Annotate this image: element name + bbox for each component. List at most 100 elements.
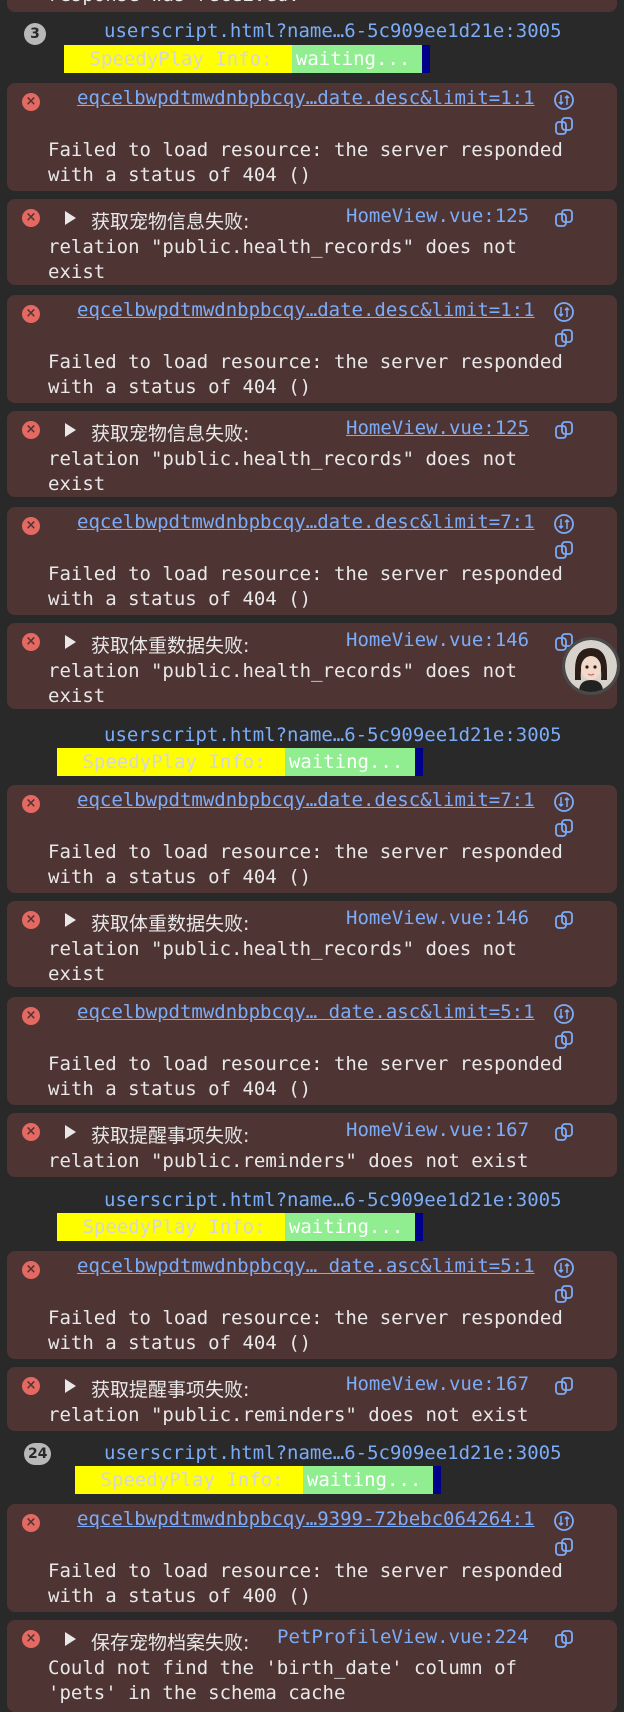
error-entry-network: × eqcelbwpdtmwdnbpbcqy…date.desc&limit=1… bbox=[7, 295, 617, 403]
error-entry-log: × 获取提醒事项失败: HomeView.vue:167 relation "p… bbox=[7, 1113, 617, 1177]
message-line-1: Failed to load resource: the server resp… bbox=[48, 139, 563, 161]
copilot-icon[interactable] bbox=[553, 539, 575, 561]
message-line-1: relation "public.health_records" does no… bbox=[48, 938, 517, 960]
resource-link[interactable]: eqcelbwpdtmwdnbpbcqy… date.asc&limit=5:1 bbox=[77, 1001, 535, 1023]
message-line-2: exist bbox=[48, 963, 106, 985]
resource-link[interactable]: eqcelbwpdtmwdnbpbcqy…date.desc&limit=1:1 bbox=[77, 299, 535, 321]
expand-triangle-icon[interactable] bbox=[65, 913, 76, 927]
message-line-2: exist bbox=[48, 685, 106, 707]
message-line-1: relation "public.reminders" does not exi… bbox=[48, 1404, 529, 1426]
copilot-icon[interactable] bbox=[553, 115, 575, 137]
speedyplay-end bbox=[433, 1466, 442, 1494]
speedyplay-value: waiting... bbox=[284, 1213, 416, 1241]
speedyplay-value: waiting... bbox=[291, 45, 423, 73]
expand-triangle-icon[interactable] bbox=[65, 1632, 76, 1646]
expand-triangle-icon[interactable] bbox=[65, 1379, 76, 1393]
expand-triangle-icon[interactable] bbox=[65, 211, 76, 225]
log-title: 获取提醒事项失败: bbox=[91, 1379, 250, 1401]
error-entry-network: × eqcelbwpdtmwdnbpbcqy…9399-72bebc064264… bbox=[7, 1504, 617, 1612]
copilot-icon[interactable] bbox=[553, 1536, 575, 1558]
log-title: 获取体重数据失败: bbox=[91, 635, 250, 657]
error-icon: × bbox=[22, 1630, 40, 1648]
source-link[interactable]: userscript.html?name…6-5c909ee1d21e:3005 bbox=[104, 1189, 562, 1211]
error-icon: × bbox=[22, 795, 40, 813]
message-line-2: 'pets' in the schema cache bbox=[48, 1682, 346, 1704]
log-title: 获取宠物信息失败: bbox=[91, 423, 250, 445]
error-icon: × bbox=[22, 305, 40, 323]
avatar-icon bbox=[565, 640, 617, 692]
source-link[interactable]: HomeView.vue:167 bbox=[346, 1373, 529, 1395]
source-link[interactable]: userscript.html?name…6-5c909ee1d21e:3005 bbox=[104, 20, 562, 42]
source-link[interactable]: HomeView.vue:167 bbox=[346, 1119, 529, 1141]
source-link[interactable]: HomeView.vue:125 bbox=[346, 417, 529, 439]
error-entry-network: × eqcelbwpdtmwdnbpbcqy…date.desc&limit=7… bbox=[7, 507, 617, 615]
resource-link[interactable]: eqcelbwpdtmwdnbpbcqy…date.desc&limit=7:1 bbox=[77, 511, 535, 533]
copilot-icon[interactable] bbox=[553, 1375, 575, 1397]
message-line-2: exist bbox=[48, 261, 106, 283]
log-title: 保存宠物档案失败: bbox=[91, 1632, 250, 1654]
message-line-1: Failed to load resource: the server resp… bbox=[48, 351, 563, 373]
error-entry-log: × 获取体重数据失败: HomeView.vue:146 relation "p… bbox=[7, 901, 617, 987]
expand-triangle-icon[interactable] bbox=[65, 1125, 76, 1139]
floating-assistant-avatar[interactable] bbox=[562, 637, 620, 695]
expand-triangle-icon[interactable] bbox=[65, 423, 76, 437]
log-title: 获取提醒事项失败: bbox=[91, 1125, 250, 1147]
message-line-1: relation "public.health_records" does no… bbox=[48, 236, 517, 258]
copilot-icon[interactable] bbox=[553, 817, 575, 839]
copilot-icon[interactable] bbox=[553, 1628, 575, 1650]
network-request-icon[interactable] bbox=[553, 89, 575, 111]
error-icon: × bbox=[22, 209, 40, 227]
copilot-icon[interactable] bbox=[553, 1121, 575, 1143]
network-request-icon[interactable] bbox=[553, 513, 575, 535]
speedyplay-info-log: SpeedyPlay Info: waiting... bbox=[57, 1213, 424, 1241]
copilot-icon[interactable] bbox=[553, 909, 575, 931]
copilot-icon[interactable] bbox=[553, 1283, 575, 1305]
message-line-1: Failed to load resource: the server resp… bbox=[48, 841, 563, 863]
error-icon: × bbox=[22, 517, 40, 535]
message-line-2: with a status of 404 () bbox=[48, 866, 312, 888]
resource-link[interactable]: eqcelbwpdtmwdnbpbcqy…date.desc&limit=7:1 bbox=[77, 789, 535, 811]
speedyplay-label: SpeedyPlay Info: bbox=[57, 1213, 285, 1241]
message-line-2: with a status of 404 () bbox=[48, 376, 312, 398]
log-title: 获取宠物信息失败: bbox=[91, 211, 250, 233]
network-request-icon[interactable] bbox=[553, 1003, 575, 1025]
source-link[interactable]: HomeView.vue:146 bbox=[346, 907, 529, 929]
source-link[interactable]: PetProfileView.vue:224 bbox=[277, 1626, 529, 1648]
error-entry-log: × 保存宠物档案失败: PetProfileView.vue:224 Could… bbox=[7, 1620, 617, 1712]
log-title: 获取体重数据失败: bbox=[91, 913, 250, 935]
copilot-icon[interactable] bbox=[553, 419, 575, 441]
speedyplay-label: SpeedyPlay Info: bbox=[64, 45, 292, 73]
source-link[interactable]: userscript.html?name…6-5c909ee1d21e:3005 bbox=[104, 1442, 562, 1464]
source-link[interactable]: HomeView.vue:125 bbox=[346, 205, 529, 227]
resource-link[interactable]: eqcelbwpdtmwdnbpbcqy…9399-72bebc064264:1 bbox=[77, 1508, 535, 1530]
network-request-icon[interactable] bbox=[553, 791, 575, 813]
message-line-2: with a status of 404 () bbox=[48, 1078, 312, 1100]
source-link[interactable]: HomeView.vue:146 bbox=[346, 629, 529, 651]
network-request-icon[interactable] bbox=[553, 301, 575, 323]
message-line-2: with a status of 400 () bbox=[48, 1585, 312, 1607]
expand-triangle-icon[interactable] bbox=[65, 635, 76, 649]
copilot-icon[interactable] bbox=[553, 207, 575, 229]
error-entry-log: × 获取提醒事项失败: HomeView.vue:167 relation "p… bbox=[7, 1367, 617, 1431]
error-icon: × bbox=[22, 1514, 40, 1532]
network-request-icon[interactable] bbox=[553, 1510, 575, 1532]
error-entry-log: × 获取宠物信息失败: HomeView.vue:125 relation "p… bbox=[7, 411, 617, 497]
error-entry-network: × eqcelbwpdtmwdnbpbcqy… date.asc&limit=5… bbox=[7, 1251, 617, 1359]
resource-link[interactable]: eqcelbwpdtmwdnbpbcqy… date.asc&limit=5:1 bbox=[77, 1255, 535, 1277]
message-line-1: Failed to load resource: the server resp… bbox=[48, 1307, 563, 1329]
message-line-1: Failed to load resource: the server resp… bbox=[48, 1560, 563, 1582]
repeat-count-badge: 24 bbox=[24, 1443, 52, 1465]
message-line-1: relation "public.health_records" does no… bbox=[48, 660, 517, 682]
speedyplay-label: SpeedyPlay Info: bbox=[57, 748, 285, 776]
copilot-icon[interactable] bbox=[553, 327, 575, 349]
message-line-2: with a status of 404 () bbox=[48, 164, 312, 186]
error-icon: × bbox=[22, 421, 40, 439]
copilot-icon[interactable] bbox=[553, 1029, 575, 1051]
source-link[interactable]: userscript.html?name…6-5c909ee1d21e:3005 bbox=[104, 724, 562, 746]
error-icon: × bbox=[22, 911, 40, 929]
network-request-icon[interactable] bbox=[553, 1257, 575, 1279]
message-line-1: relation "public.reminders" does not exi… bbox=[48, 1150, 529, 1172]
error-icon: × bbox=[22, 1123, 40, 1141]
error-entry-log: × 获取宠物信息失败: HomeView.vue:125 relation "p… bbox=[7, 199, 617, 285]
resource-link[interactable]: eqcelbwpdtmwdnbpbcqy…date.desc&limit=1:1 bbox=[77, 87, 535, 109]
